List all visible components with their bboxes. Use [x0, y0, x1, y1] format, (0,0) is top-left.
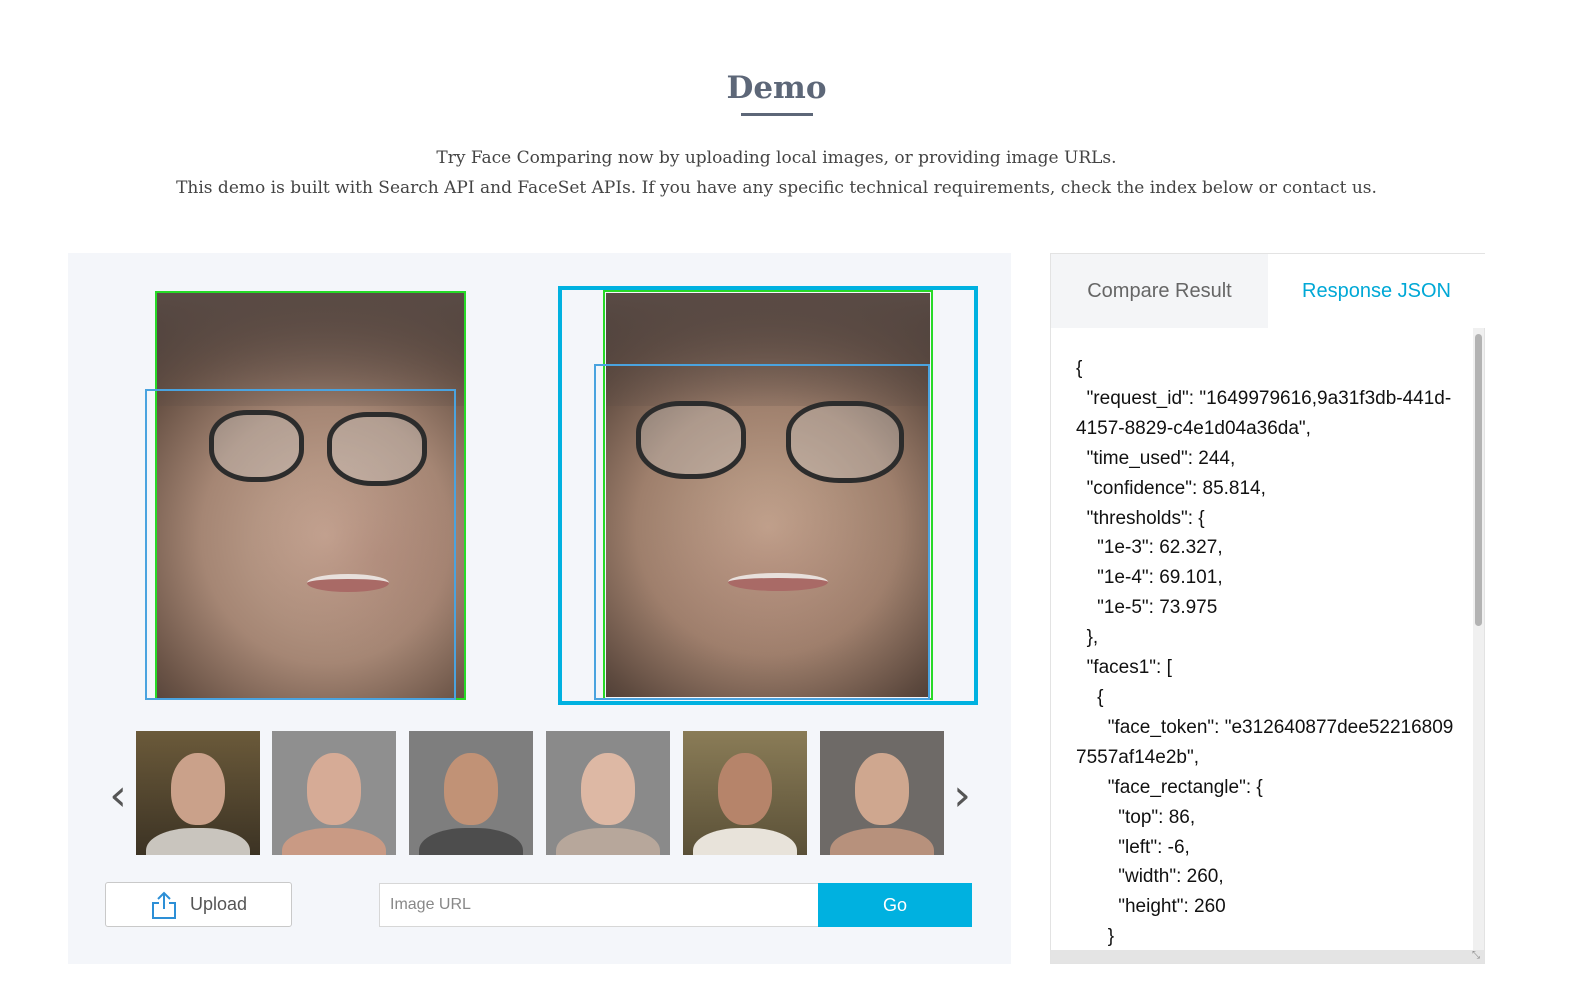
description-line-2: This demo is built with Search API and F… [176, 178, 1377, 198]
thumbnail-shoulders [281, 827, 387, 855]
glasses-right-lens [786, 401, 904, 483]
gallery-thumbnail[interactable] [820, 731, 944, 855]
gallery-thumbnail[interactable] [136, 731, 260, 855]
page-title: Demo [726, 70, 827, 106]
go-button[interactable]: Go [818, 883, 972, 927]
json-output[interactable]: { "request_id": "1649979616,9a31f3db-441… [1051, 328, 1484, 950]
hair [157, 292, 464, 406]
thumbnail-shoulders [692, 827, 798, 855]
thumbnail-face [580, 753, 636, 826]
thumbnail-face [170, 753, 226, 826]
glasses-left-lens [636, 401, 746, 479]
upload-icon [151, 891, 176, 919]
gallery-next-arrow[interactable]: › [950, 772, 974, 820]
bottom-strip [1051, 950, 1484, 963]
mouth [307, 574, 389, 592]
thumbnail-face [854, 753, 910, 826]
thumbnail-shoulders [418, 827, 524, 855]
hair [606, 293, 930, 407]
title-underline [741, 113, 813, 116]
gallery-thumbnail[interactable] [683, 731, 807, 855]
thumbnail-shoulders [555, 827, 661, 855]
glasses-left-lens [209, 410, 304, 482]
tab-compare-result[interactable]: Compare Result [1051, 254, 1268, 328]
json-scrollbar[interactable] [1473, 328, 1484, 950]
upload-label: Upload [189, 894, 248, 914]
result-panel: Compare Result Response JSON { "request_… [1050, 253, 1485, 964]
description-line-1: Try Face Comparing now by uploading loca… [436, 148, 1117, 168]
left-face-image[interactable] [157, 292, 464, 698]
upload-button[interactable]: Upload [105, 882, 292, 927]
tab-response-json[interactable]: Response JSON [1268, 254, 1485, 328]
json-text: { "request_id": "1649979616,9a31f3db-441… [1076, 358, 1454, 948]
gallery-thumbnail[interactable] [409, 731, 533, 855]
gallery-thumbnail[interactable] [272, 731, 396, 855]
right-face-image[interactable] [606, 293, 930, 697]
gallery-prev-arrow[interactable]: ‹ [106, 772, 130, 820]
thumbnail-face [443, 753, 499, 826]
glasses-right-lens [327, 412, 427, 486]
gallery-thumbnail[interactable] [546, 731, 670, 855]
resize-grip-icon[interactable]: ⤡ [1472, 951, 1483, 962]
mouth [728, 573, 828, 591]
thumbnail-shoulders [829, 827, 935, 855]
thumbnail-shoulders [145, 827, 251, 855]
image-url-input[interactable] [379, 883, 819, 927]
json-scrollbar-thumb[interactable] [1475, 334, 1482, 626]
thumbnail-face [306, 753, 362, 826]
thumbnail-face [717, 753, 773, 826]
